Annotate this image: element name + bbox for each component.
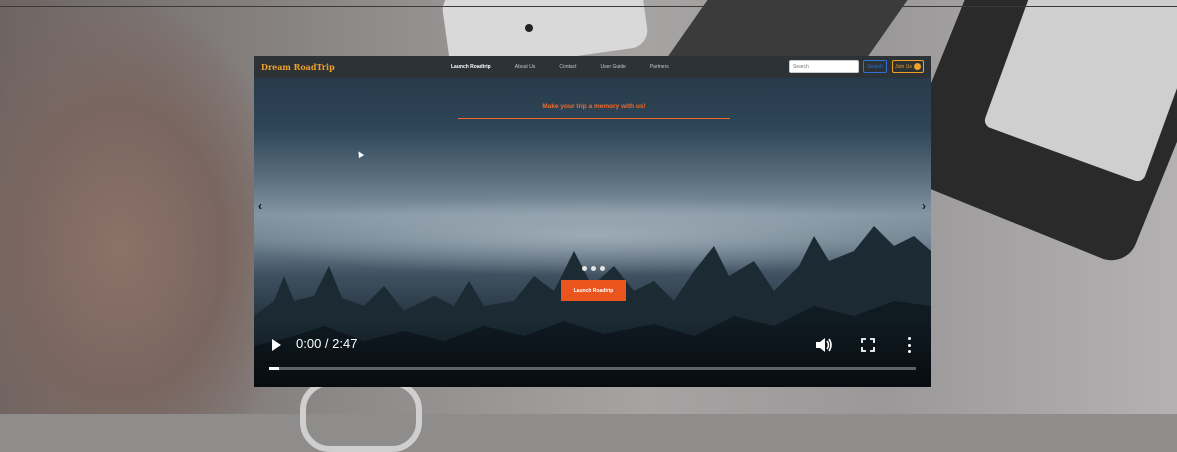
fullscreen-icon[interactable]: [861, 338, 875, 352]
carousel-dot[interactable]: [600, 266, 605, 271]
nav-link-user-guide[interactable]: User Guide: [601, 64, 626, 70]
navbar: Dream RoadTrip Launch Roadtrip About Us …: [254, 56, 931, 78]
nav-link-launch-roadtrip[interactable]: Launch Roadtrip: [451, 64, 491, 70]
nav-links: Launch Roadtrip About Us Contact User Gu…: [451, 64, 693, 70]
player-controls-bar: [254, 321, 931, 387]
time-display: 0:00 / 2:47: [296, 336, 358, 351]
join-us-button[interactable]: Join Us: [892, 60, 924, 73]
background-cup: [300, 380, 422, 452]
join-us-label: Join Us: [895, 63, 912, 70]
nav-link-contact[interactable]: Contact: [559, 64, 576, 70]
carousel-dot[interactable]: [591, 266, 596, 271]
video-player[interactable]: Dream RoadTrip Launch Roadtrip About Us …: [254, 56, 931, 387]
launch-roadtrip-button[interactable]: Launch Roadtrip: [561, 280, 626, 301]
carousel-prev-icon[interactable]: ‹: [258, 199, 262, 213]
video-progress-fill: [269, 367, 279, 370]
tagline-underline: [458, 118, 730, 119]
background-phone-camera: [525, 24, 533, 32]
user-icon: [913, 63, 921, 70]
hero-tagline: Make your trip a memory with us!: [542, 103, 646, 110]
carousel-indicators: [582, 266, 605, 271]
carousel-dot[interactable]: [582, 266, 587, 271]
search-input[interactable]: [789, 60, 859, 73]
video-progress-bar[interactable]: [269, 367, 916, 370]
nav-link-about-us[interactable]: About Us: [515, 64, 536, 70]
volume-icon[interactable]: [815, 337, 833, 353]
more-options-icon[interactable]: [907, 337, 911, 353]
brand-logo[interactable]: Dream RoadTrip: [261, 62, 451, 72]
top-divider: [0, 6, 1177, 7]
nav-link-partners[interactable]: Partners: [650, 64, 669, 70]
play-icon[interactable]: [272, 339, 281, 351]
search-button[interactable]: Search: [863, 60, 887, 73]
carousel-next-icon[interactable]: ›: [922, 199, 926, 213]
